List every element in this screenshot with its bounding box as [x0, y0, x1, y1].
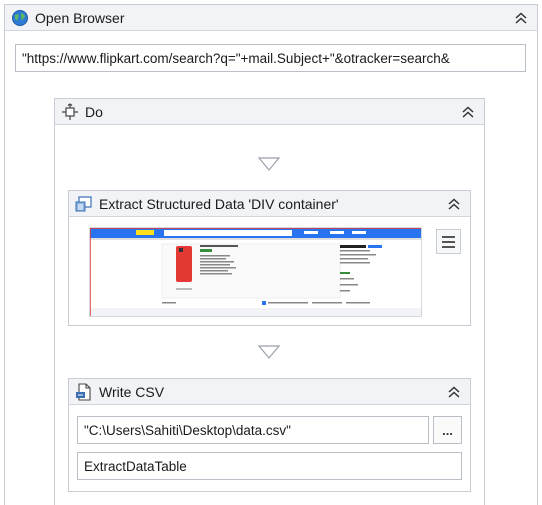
collapse-icon[interactable] — [513, 10, 529, 26]
thumbnail-image — [90, 228, 421, 316]
menu-icon-line — [442, 246, 455, 248]
collapse-icon[interactable] — [446, 384, 462, 400]
datatable-input[interactable]: ExtractDataTable — [77, 452, 462, 480]
do-title: Do — [85, 103, 103, 120]
data-scraping-icon — [75, 195, 92, 211]
drop-target-arrow[interactable] — [258, 157, 280, 171]
globe-icon — [12, 9, 28, 26]
write-csv-title: Write CSV — [99, 383, 165, 400]
drop-target-arrow[interactable] — [258, 345, 280, 359]
menu-icon-line — [442, 241, 455, 243]
collapse-icon[interactable] — [446, 196, 462, 212]
collapse-icon[interactable] — [460, 104, 476, 120]
do-header[interactable]: Do — [55, 99, 484, 125]
url-input[interactable]: "https://www.flipkart.com/search?q="+mai… — [15, 44, 526, 72]
open-browser-title: Open Browser — [35, 9, 125, 26]
page-screenshot-thumbnail[interactable] — [89, 227, 422, 317]
menu-icon-line — [442, 236, 455, 238]
extract-title: Extract Structured Data 'DIV container' — [99, 195, 339, 212]
open-browser-header[interactable]: Open Browser — [5, 5, 537, 31]
csv-file-icon — [76, 382, 91, 401]
file-path-input[interactable]: "C:\Users\Sahiti\Desktop\data.csv" — [77, 416, 429, 444]
options-menu-button[interactable] — [436, 229, 461, 254]
sequence-icon — [62, 102, 78, 120]
browse-button[interactable]: ... — [433, 416, 462, 444]
write-csv-header[interactable]: Write CSV — [69, 379, 470, 405]
extract-header[interactable]: Extract Structured Data 'DIV container' — [69, 191, 470, 217]
